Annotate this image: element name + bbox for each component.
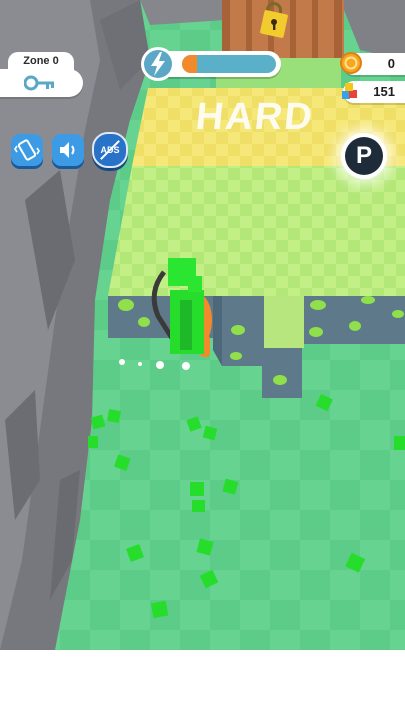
sound-icon xyxy=(60,142,75,158)
lightning-icon xyxy=(141,47,175,81)
green-cube xyxy=(192,500,205,512)
energy-bar xyxy=(140,46,283,82)
green-cube xyxy=(394,436,405,450)
zone-key-box xyxy=(0,69,83,97)
gems-value: 151 xyxy=(373,84,395,99)
parking-button[interactable]: P xyxy=(341,133,387,179)
green-field xyxy=(108,166,405,296)
energy-meter xyxy=(182,55,276,73)
green-cube xyxy=(190,482,204,496)
green-cube xyxy=(88,436,98,448)
gems-counter: 151 xyxy=(342,81,405,103)
energy-fill xyxy=(182,55,198,73)
key-icon xyxy=(24,75,54,91)
green-cube xyxy=(107,409,121,423)
green-cube xyxy=(150,600,169,619)
coins-value: 0 xyxy=(387,56,395,71)
vibrate-icon xyxy=(14,139,40,161)
no-ads-button[interactable]: ADS xyxy=(92,132,128,168)
difficulty-label: HARD xyxy=(193,96,317,138)
zone-panel[interactable]: Zone 0 xyxy=(0,52,83,97)
coin-icon xyxy=(340,52,362,74)
coins-counter: 0 xyxy=(340,52,405,75)
sound-button[interactable] xyxy=(52,134,84,166)
parking-icon: P xyxy=(345,137,383,175)
gems-icon xyxy=(342,83,357,99)
vibrate-button[interactable] xyxy=(11,134,43,166)
